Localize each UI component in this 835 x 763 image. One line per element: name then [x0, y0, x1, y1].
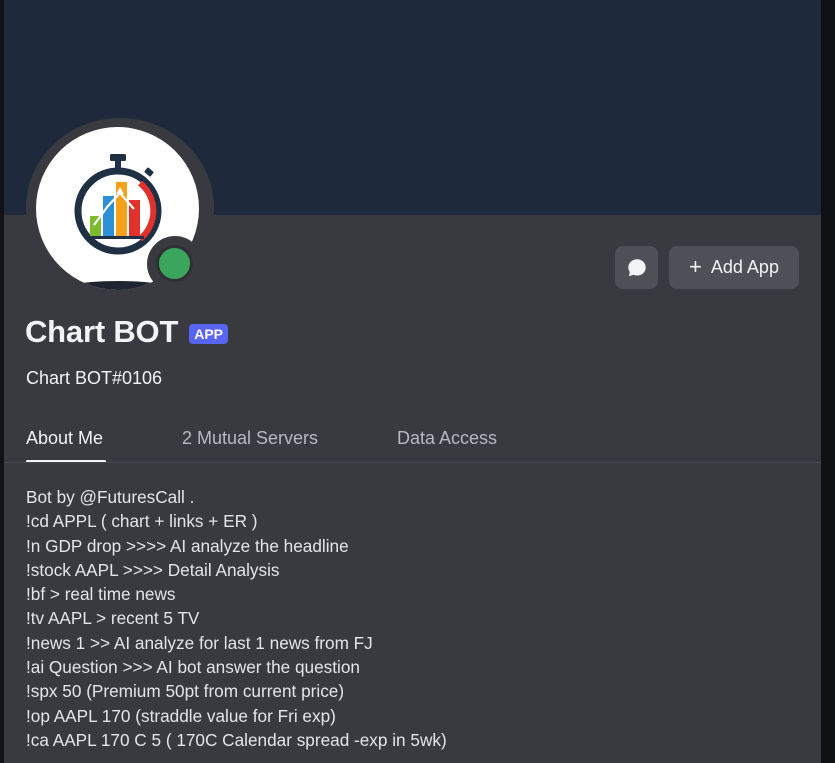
app-badge: APP [189, 323, 228, 344]
about-line: !cd APPL ( chart + links + ER ) [26, 511, 258, 532]
about-line: !op AAPL 170 (straddle value for Fri exp… [26, 705, 336, 726]
about-line: !tv AAPL > recent 5 TV [26, 608, 200, 629]
about-line: !ai Question >>> AI bot answer the quest… [26, 657, 360, 678]
about-line: !n GDP drop >>>> AI analyze the headline [26, 535, 349, 556]
display-name: Chart BOT [25, 314, 179, 349]
add-app-label: Add App [710, 257, 779, 277]
profile-panel: + Add App Chart BOT APP Chart BOT#0106 A… [4, 0, 821, 763]
tab-about-me[interactable]: About Me [26, 428, 103, 449]
add-app-button[interactable]: + Add App [669, 246, 799, 289]
about-line: !spx 50 (Premium 50pt from current price… [26, 681, 345, 702]
about-line: !news 1 >> AI analyze for last 1 news fr… [26, 632, 373, 653]
window-edge [821, 0, 835, 763]
about-line: Bot by @FuturesCall . [26, 487, 195, 507]
chat-bubble-icon [627, 258, 646, 276]
tab-data-access[interactable]: Data Access [397, 428, 497, 449]
plus-icon: + [689, 253, 702, 279]
about-line: !stock AAPL >>>> Detail Analysis [26, 559, 280, 580]
about-me-text: Bot by @FuturesCall . !cd APPL ( chart +… [26, 485, 806, 752]
send-message-button[interactable] [615, 246, 658, 289]
username[interactable]: Chart BOT#0106 [26, 368, 162, 389]
online-status-indicator [156, 245, 193, 282]
profile-tabs: About Me 2 Mutual Servers Data Access [4, 428, 821, 462]
name-row: Chart BOT APP [25, 314, 228, 350]
about-line: !ca AAPL 170 C 5 ( 170C Calendar spread … [26, 729, 447, 750]
tab-divider [4, 462, 821, 463]
about-line: !bf > real time news [26, 584, 176, 605]
tab-mutual-servers[interactable]: 2 Mutual Servers [182, 428, 318, 449]
